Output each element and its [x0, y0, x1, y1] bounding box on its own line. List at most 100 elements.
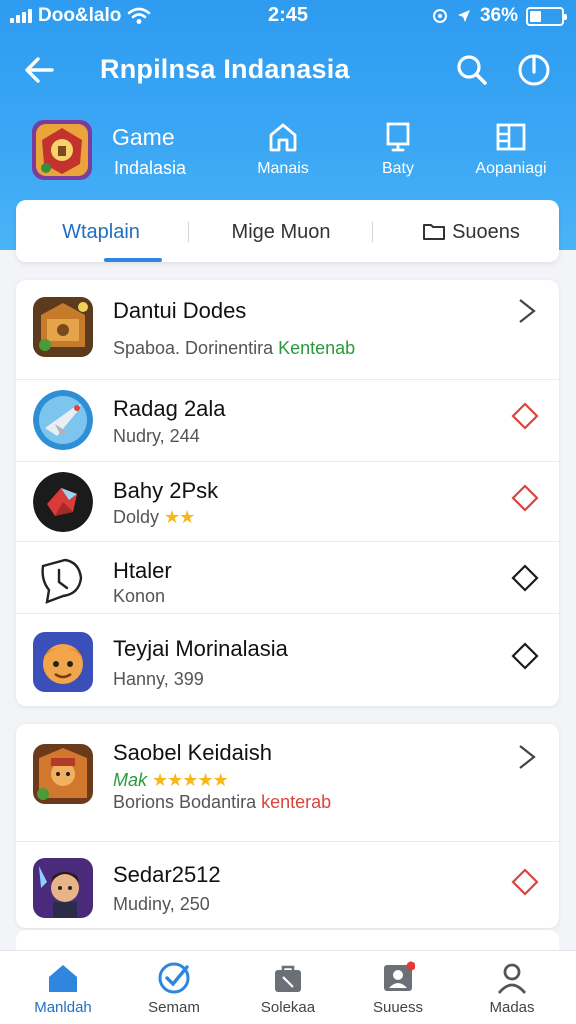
treasure-chest-icon	[33, 297, 93, 357]
game-title: Bahy 2Psk	[113, 478, 219, 503]
category-label: Aopaniagi	[475, 160, 547, 177]
game-icon	[33, 744, 93, 804]
list-item[interactable]: Htaler Konon	[16, 542, 559, 614]
game-title: Dantui Dodes	[113, 298, 247, 323]
category-aopaniagi[interactable]: Aopaniagi	[463, 120, 559, 178]
back-arrow-icon	[25, 57, 54, 83]
home-outline-icon	[269, 123, 297, 152]
game-list-card-2: Saobel Keidaish Mak ★★★★★ Borions Bodant…	[16, 724, 559, 928]
alarm-icon	[432, 9, 447, 23]
folder-icon	[423, 224, 446, 240]
nav-label: Suuess	[372, 999, 424, 1016]
tab-mige-muon[interactable]: Mige Muon	[206, 200, 356, 262]
list-item[interactable]: Dantui Dodes Spaboa. Dorinentira Kentena…	[16, 280, 559, 380]
tab-suoens[interactable]: Suoens	[396, 200, 546, 262]
tab-divider	[372, 222, 373, 242]
game-subtitle: Konon	[113, 586, 166, 606]
list-item[interactable]: Teyjai Morinalasia Hanny, 399	[16, 614, 559, 706]
battery-icon	[526, 6, 567, 26]
list-item[interactable]: Sedar2512 Mudiny, 250	[16, 842, 559, 928]
category-manais[interactable]: Manais	[235, 120, 331, 178]
list-item[interactable]: Bahy 2Psk Doldy ★★	[16, 462, 559, 542]
game-subtitle: Spaboa. Dorinentira Kentenab	[113, 338, 355, 359]
subtitle-text: Doldy	[113, 507, 160, 527]
game-title: Saobel Keidaish	[113, 740, 273, 765]
clock-bubble-icon	[41, 558, 83, 604]
page-title: Rnpilnsa Indanasia	[100, 54, 350, 84]
status-right: 36%	[432, 5, 567, 27]
category-row: Game Indalasia Manais Baty Aopaniagi	[0, 112, 576, 192]
diamond-red-icon	[511, 868, 539, 896]
game-subtitle: Indalasia	[114, 158, 187, 178]
warrior-icon	[33, 744, 93, 804]
game-icon	[33, 472, 93, 532]
status-bar: Doo&lalo 2:45 36%	[0, 0, 576, 32]
nav-label: Madas	[489, 999, 535, 1016]
diamond-red-icon	[511, 402, 539, 430]
chevron-right-icon	[519, 299, 536, 323]
game-title: Htaler	[113, 558, 172, 583]
diamond-icon	[511, 642, 539, 670]
monitor-icon	[386, 122, 410, 152]
chevron-right-icon	[519, 745, 536, 769]
tab-bar: Wtaplain Mige Muon Suoens	[16, 200, 559, 262]
category-label: Manais	[257, 160, 309, 177]
check-circle-icon	[158, 962, 190, 994]
game-art-icon	[32, 120, 92, 180]
subtitle-text: Borions Bodantira	[113, 792, 257, 812]
nav-madas[interactable]: Madas	[464, 961, 560, 1016]
nav-label: Semam	[148, 999, 200, 1016]
power-button[interactable]	[512, 48, 556, 92]
game-icon	[33, 550, 93, 610]
active-tab-indicator	[104, 258, 162, 262]
game-title: Teyjai Morinalasia	[113, 636, 288, 661]
nav-label: Manldah	[34, 999, 92, 1016]
tab-divider	[188, 222, 189, 242]
bottom-navigation: Manldah Semam Solekaa Suuess Madas	[0, 950, 576, 1024]
home-icon	[49, 965, 77, 992]
rating-stars: ★★★★★	[152, 770, 229, 790]
game-list-card-1: Dantui Dodes Spaboa. Dorinentira Kentena…	[16, 280, 559, 706]
subtitle-text: Spaboa. Dorinentira	[113, 338, 274, 358]
diamond-icon	[511, 564, 539, 592]
game-subtitle: Doldy ★★	[113, 507, 195, 528]
bag-icon	[275, 965, 301, 992]
game-subtitle: Hanny, 399	[113, 669, 204, 689]
subtitle-accent: Kentenab	[278, 338, 356, 358]
title-bar: Rnpilnsa Indanasia	[0, 40, 576, 100]
person-icon	[497, 963, 527, 994]
back-button[interactable]	[18, 48, 62, 92]
game-icon	[33, 297, 93, 357]
rating-stars: ★★	[164, 507, 195, 527]
nav-suuess[interactable]: Suuess	[350, 961, 446, 1016]
power-icon	[518, 54, 550, 86]
battery-level	[530, 10, 541, 22]
search-button[interactable]	[450, 48, 494, 92]
list-item[interactable]: Radag 2ala Nudry, 244	[16, 380, 559, 462]
profile-card-icon	[384, 961, 415, 991]
nav-label: Solekaa	[260, 999, 316, 1016]
game-title: Radag 2ala	[113, 396, 226, 421]
grid-icon	[496, 123, 526, 151]
gem-icon	[33, 472, 93, 532]
game-icon	[33, 390, 93, 450]
game-label[interactable]: Game	[112, 124, 175, 151]
game-thumbnail[interactable]	[32, 120, 92, 180]
jet-icon	[33, 390, 93, 450]
game-subtitle: Mudiny, 250	[113, 894, 210, 914]
game-title: Sedar2512	[113, 862, 221, 887]
nav-manldah[interactable]: Manldah	[15, 961, 111, 1016]
category-baty[interactable]: Baty	[350, 120, 446, 178]
character-face-icon	[33, 632, 93, 692]
rating-label: Mak	[113, 770, 148, 790]
avatar-hero-icon	[33, 858, 93, 918]
nav-solekaa[interactable]: Solekaa	[240, 961, 336, 1016]
game-rating: Mak ★★★★★	[113, 770, 229, 791]
game-subtitle: Nudry, 244	[113, 426, 200, 446]
game-icon	[33, 858, 93, 918]
list-item[interactable]: Saobel Keidaish Mak ★★★★★ Borions Bodant…	[16, 724, 559, 842]
nav-semam[interactable]: Semam	[126, 961, 222, 1016]
tab-wtaplain[interactable]: Wtaplain	[26, 200, 176, 262]
location-icon	[457, 10, 470, 22]
game-subtitle: Borions Bodantira kenterab	[113, 792, 331, 813]
